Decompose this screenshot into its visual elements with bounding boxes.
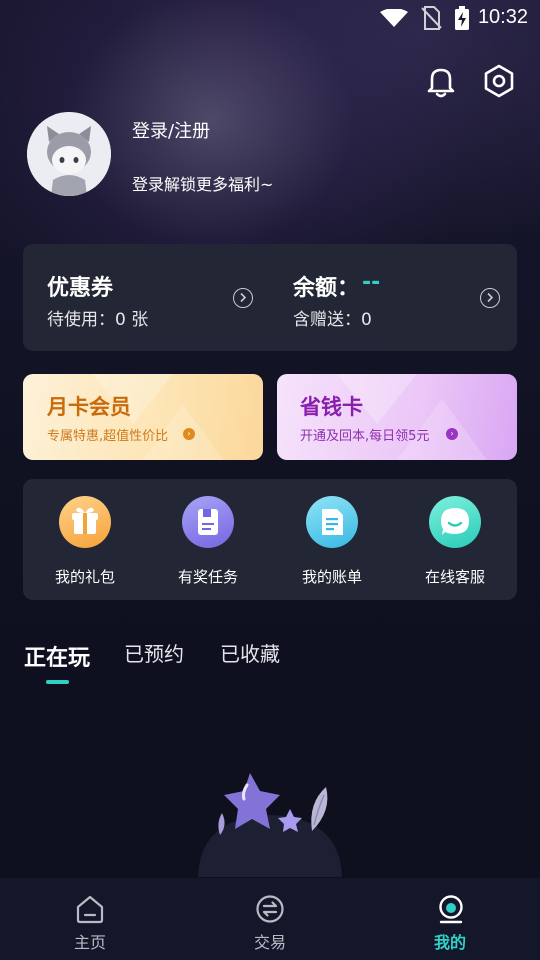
balance-title[interactable]: 余额： xyxy=(293,270,359,302)
month-card-title: 月卡会员 xyxy=(47,395,131,419)
tab-active-indicator xyxy=(46,680,69,684)
save-card-arrow-icon: › xyxy=(446,428,458,440)
empty-state-illustration xyxy=(198,773,342,877)
coupon-arrow-icon[interactable] xyxy=(233,288,253,308)
login-register-link[interactable]: 登录/注册 xyxy=(132,117,210,143)
my-gift-label[interactable]: 我的礼包 xyxy=(35,566,135,587)
coupon-title[interactable]: 优惠券 xyxy=(47,270,113,302)
gift-icon[interactable] xyxy=(59,496,111,548)
status-time: 10:32 xyxy=(477,6,528,28)
coupon-count: 待使用：0 张 xyxy=(47,310,149,330)
avatar[interactable] xyxy=(27,112,111,196)
save-card-subtitle: 开通及回本,每日领5元 xyxy=(300,429,430,444)
home-icon[interactable] xyxy=(75,894,105,924)
trade-icon[interactable] xyxy=(255,894,285,924)
my-bill-label[interactable]: 我的账单 xyxy=(282,566,382,587)
avatar-character-icon xyxy=(27,112,111,196)
nav-home-label[interactable]: 主页 xyxy=(50,929,130,953)
tab-reserved[interactable]: 已预约 xyxy=(124,638,184,667)
no-sim-icon xyxy=(421,6,442,30)
balance-arrow-icon[interactable] xyxy=(480,288,500,308)
nav-profile-label[interactable]: 我的 xyxy=(410,929,490,953)
bell-icon[interactable] xyxy=(422,62,460,100)
month-card-subtitle: 专属特惠,超值性价比 xyxy=(47,429,169,444)
status-bar: 10:32 xyxy=(0,0,540,36)
nav-trade-label[interactable]: 交易 xyxy=(230,929,310,953)
task-icon[interactable] xyxy=(182,496,234,548)
profile-icon[interactable] xyxy=(436,894,466,924)
settings-icon[interactable] xyxy=(480,62,518,100)
battery-charging-icon xyxy=(455,6,469,30)
online-service-label[interactable]: 在线客服 xyxy=(405,566,505,587)
tab-playing[interactable]: 正在玩 xyxy=(24,640,90,672)
balance-value: -- xyxy=(362,270,381,295)
tab-favorites[interactable]: 已收藏 xyxy=(220,638,280,667)
save-card-title: 省钱卡 xyxy=(300,395,363,419)
reward-task-label[interactable]: 有奖任务 xyxy=(158,566,258,587)
bill-icon[interactable] xyxy=(306,496,358,548)
login-benefit-text: 登录解锁更多福利~ xyxy=(132,175,274,194)
month-card-arrow-icon: › xyxy=(183,428,195,440)
balance-bonus: 含赠送：0 xyxy=(293,310,372,330)
chat-icon[interactable] xyxy=(429,496,481,548)
wifi-icon xyxy=(380,9,408,27)
